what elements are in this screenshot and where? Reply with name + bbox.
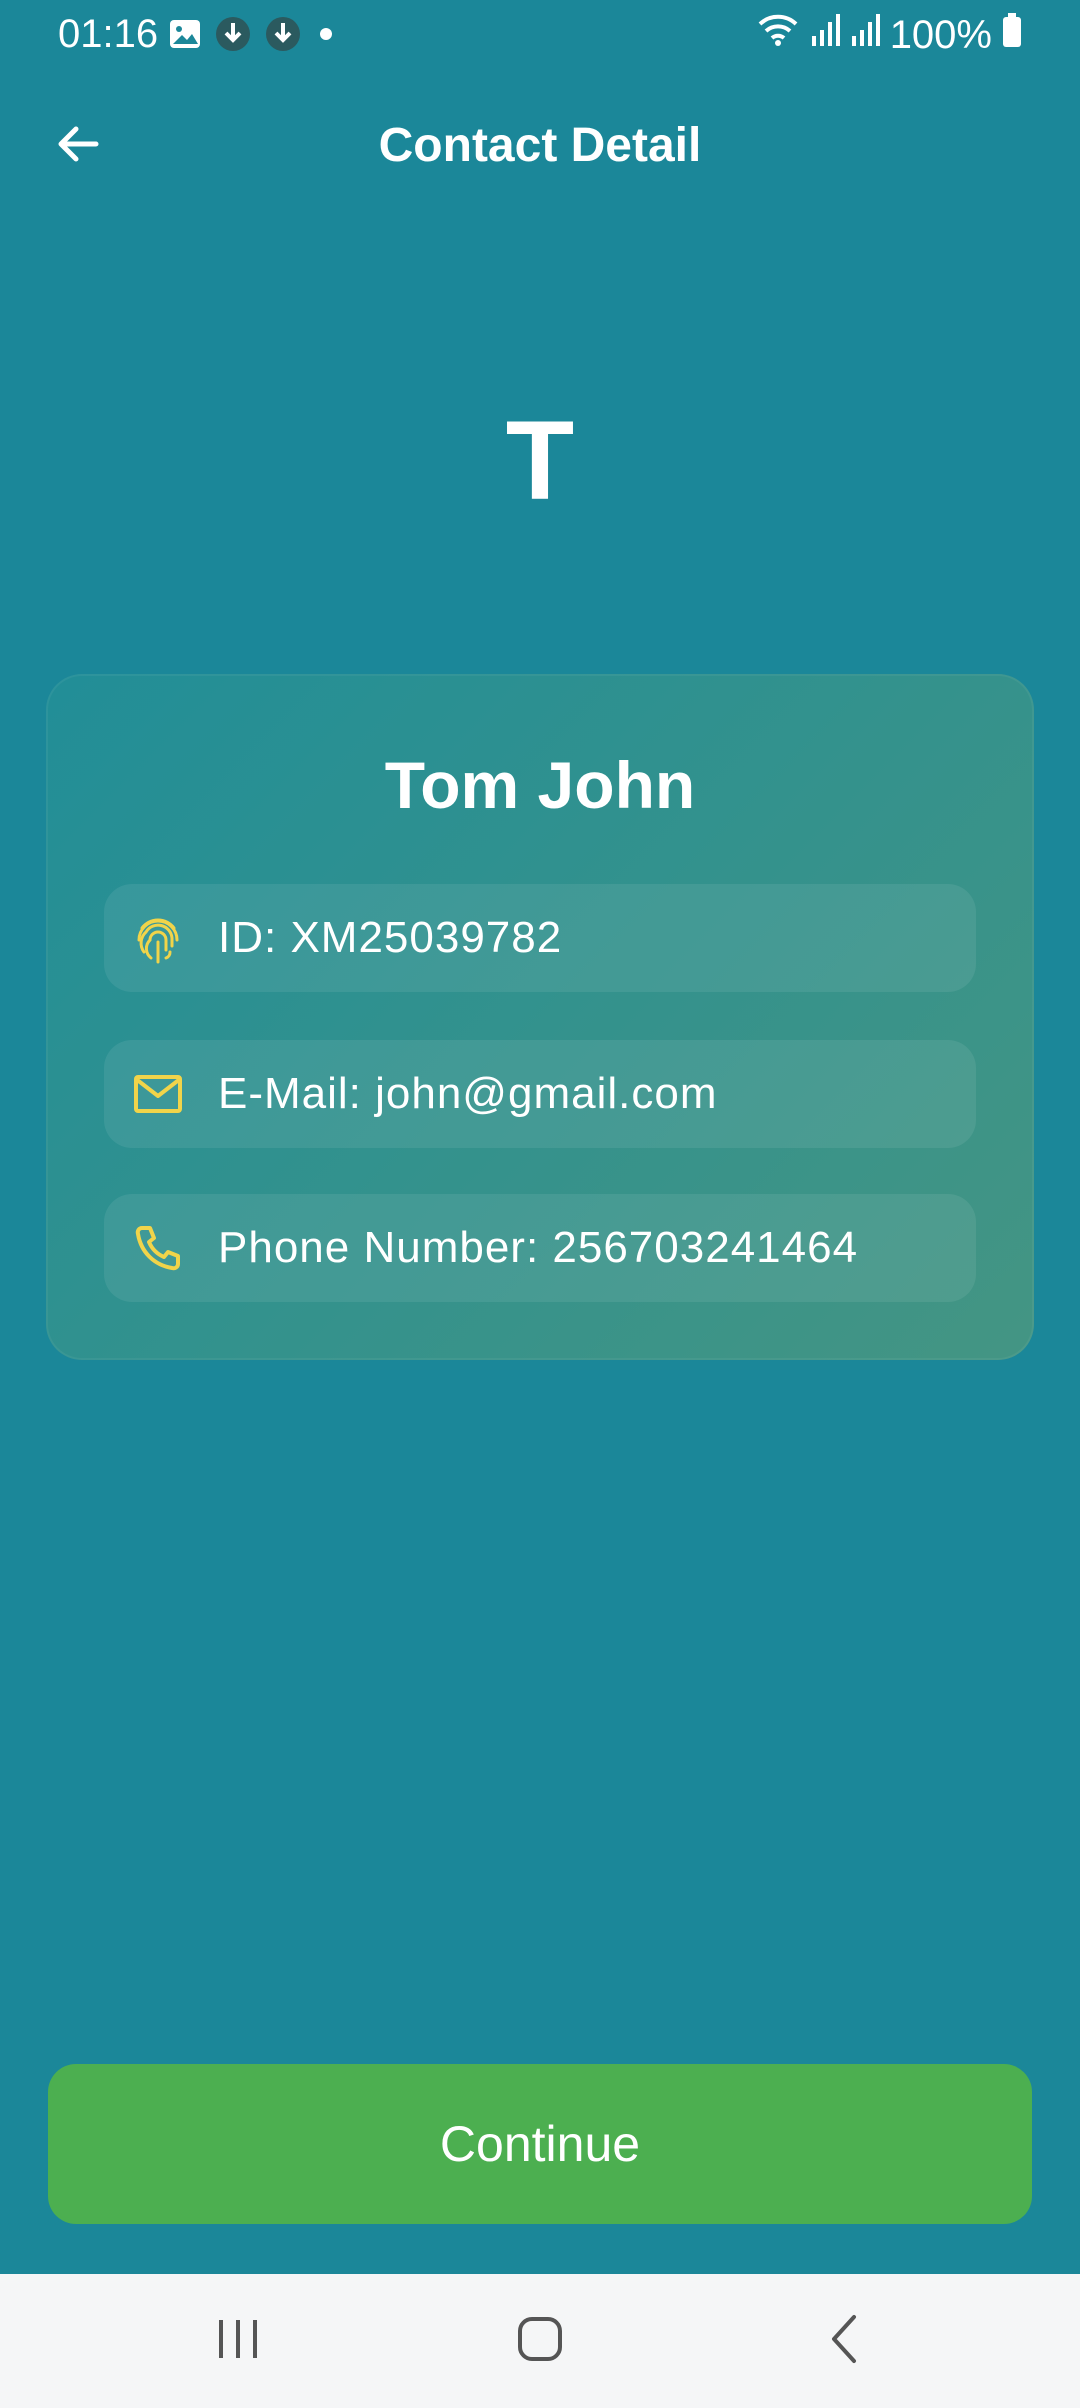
download-icon: [264, 15, 302, 58]
phone-icon: [128, 1218, 188, 1278]
wifi-icon: [756, 12, 800, 58]
recents-button[interactable]: [158, 2274, 318, 2408]
avatar-initial: T: [505, 397, 575, 523]
status-bar: 01:16 100%: [0, 0, 1080, 72]
contact-email-text: E-Mail: john@gmail.com: [218, 1069, 718, 1118]
contact-id-row: ID: XM25039782: [104, 884, 976, 992]
battery-icon: [1002, 12, 1022, 58]
status-left-icons: [168, 16, 338, 56]
contact-id-text: ID: XM25039782: [218, 913, 563, 962]
download-icon: [214, 15, 252, 58]
app-header: Contact Detail: [0, 100, 1080, 190]
contact-phone-text: Phone Number: 256703241464: [218, 1223, 859, 1272]
signal-icon: [810, 12, 840, 58]
back-icon: [824, 2313, 864, 2370]
home-icon: [516, 2315, 564, 2368]
system-back-button[interactable]: [764, 2274, 924, 2408]
fingerprint-icon: [128, 908, 188, 968]
contact-card: Tom John ID: XM25039782 E-Mail: john@gma…: [46, 674, 1034, 1360]
mail-icon: [128, 1064, 188, 1124]
recents-icon: [215, 2316, 261, 2367]
page-title: Contact Detail: [378, 119, 702, 172]
contact-phone-row: Phone Number: 256703241464: [104, 1194, 976, 1302]
status-right: 100%: [756, 12, 1022, 58]
contact-name: Tom John: [384, 748, 696, 822]
battery-text: 100%: [889, 12, 992, 57]
signal-icon: [850, 12, 880, 58]
home-button[interactable]: [460, 2274, 620, 2408]
contact-email-row: E-Mail: john@gmail.com: [104, 1040, 976, 1148]
status-time: 01:16: [58, 12, 159, 56]
system-nav-bar: [0, 2274, 1080, 2408]
continue-button[interactable]: Continue: [48, 2064, 1032, 2224]
dot-icon: [314, 22, 338, 51]
image-icon: [168, 17, 202, 56]
